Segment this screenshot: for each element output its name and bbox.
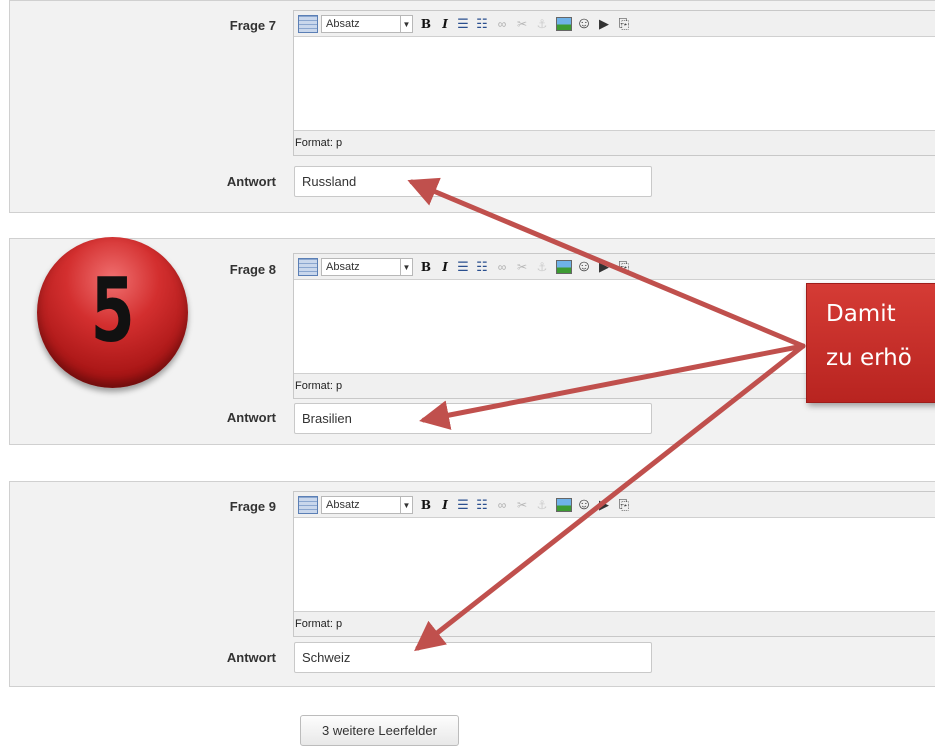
- editor-statusbar: Format: p ◢: [294, 130, 935, 155]
- paste-icon[interactable]: ⎘: [616, 15, 632, 33]
- editor-toolbar: Absatz ▼ B I ☰ ☷ ∞ ✂ ⚓ ☺ ▶ ⎘: [294, 254, 935, 280]
- unlink-icon[interactable]: ✂: [514, 15, 530, 33]
- toolbar-toggle-icon[interactable]: [298, 496, 318, 514]
- question-label: Frage 7: [229, 18, 276, 33]
- chevron-down-icon: ▼: [400, 259, 412, 275]
- annotation-callout: Damit zu erhö: [806, 283, 935, 403]
- bold-icon[interactable]: B: [418, 15, 434, 33]
- anchor-icon[interactable]: ⚓: [534, 258, 550, 276]
- step-number: 5: [90, 258, 135, 362]
- answer-label: Antwort: [226, 174, 276, 189]
- editor-statusbar: Format: p ◢: [294, 611, 935, 636]
- anchor-icon[interactable]: ⚓: [534, 496, 550, 514]
- rich-text-editor[interactable]: Absatz ▼ B I ☰ ☷ ∞ ✂ ⚓ ☺ ▶ ⎘ Format: p ◢: [293, 491, 935, 637]
- media-icon[interactable]: ▶: [596, 258, 612, 276]
- media-icon[interactable]: ▶: [596, 496, 612, 514]
- rich-text-editor[interactable]: Absatz ▼ B I ☰ ☷ ∞ ✂ ⚓ ☺ ▶ ⎘ Format: p ◢: [293, 10, 935, 156]
- numbered-list-icon[interactable]: ☷: [474, 258, 490, 276]
- editor-content-area[interactable]: [294, 518, 935, 611]
- emoticon-icon[interactable]: ☺: [576, 496, 592, 514]
- paste-icon[interactable]: ⎘: [616, 258, 632, 276]
- numbered-list-icon[interactable]: ☷: [474, 496, 490, 514]
- callout-line-2: zu erhö: [826, 345, 912, 371]
- image-icon[interactable]: [556, 498, 572, 512]
- format-select[interactable]: Absatz ▼: [321, 15, 413, 33]
- emoticon-icon[interactable]: ☺: [576, 258, 592, 276]
- answer-label: Antwort: [226, 650, 276, 665]
- emoticon-icon[interactable]: ☺: [576, 15, 592, 33]
- link-icon[interactable]: ∞: [494, 258, 510, 276]
- answer-input[interactable]: [294, 166, 652, 197]
- bullet-list-icon[interactable]: ☰: [455, 15, 471, 33]
- format-select[interactable]: Absatz ▼: [321, 258, 413, 276]
- format-select-value: Absatz: [326, 18, 360, 30]
- question-label: Frage 9: [229, 499, 276, 514]
- question-block-7: Frage 7 Absatz ▼ B I ☰ ☷ ∞ ✂ ⚓ ☺ ▶ ⎘ Form…: [9, 0, 935, 213]
- unlink-icon[interactable]: ✂: [514, 496, 530, 514]
- toolbar-toggle-icon[interactable]: [298, 15, 318, 33]
- numbered-list-icon[interactable]: ☷: [474, 15, 490, 33]
- format-path: Format: p: [295, 137, 343, 149]
- chevron-down-icon: ▼: [400, 16, 412, 32]
- image-icon[interactable]: [556, 17, 572, 31]
- editor-toolbar: Absatz ▼ B I ☰ ☷ ∞ ✂ ⚓ ☺ ▶ ⎘: [294, 11, 935, 37]
- bullet-list-icon[interactable]: ☰: [455, 258, 471, 276]
- paste-icon[interactable]: ⎘: [616, 496, 632, 514]
- format-path: Format: p: [295, 618, 343, 630]
- image-icon[interactable]: [556, 260, 572, 274]
- answer-input[interactable]: [294, 403, 652, 434]
- add-more-fields-button[interactable]: 3 weitere Leerfelder: [300, 715, 459, 746]
- format-select-value: Absatz: [326, 261, 360, 273]
- bullet-list-icon[interactable]: ☰: [455, 496, 471, 514]
- media-icon[interactable]: ▶: [596, 15, 612, 33]
- bold-icon[interactable]: B: [418, 258, 434, 276]
- anchor-icon[interactable]: ⚓: [534, 15, 550, 33]
- bold-icon[interactable]: B: [418, 496, 434, 514]
- link-icon[interactable]: ∞: [494, 496, 510, 514]
- italic-icon[interactable]: I: [437, 15, 453, 33]
- format-select-value: Absatz: [326, 499, 360, 511]
- chevron-down-icon: ▼: [400, 497, 412, 513]
- question-block-9: Frage 9 Absatz ▼ B I ☰ ☷ ∞ ✂ ⚓ ☺ ▶ ⎘ Form…: [9, 481, 935, 687]
- step-number-badge: 5: [37, 237, 188, 388]
- toolbar-toggle-icon[interactable]: [298, 258, 318, 276]
- answer-input[interactable]: [294, 642, 652, 673]
- answer-label: Antwort: [226, 410, 276, 425]
- italic-icon[interactable]: I: [437, 258, 453, 276]
- format-select[interactable]: Absatz ▼: [321, 496, 413, 514]
- link-icon[interactable]: ∞: [494, 15, 510, 33]
- callout-line-1: Damit: [826, 301, 896, 327]
- format-path: Format: p: [295, 380, 343, 392]
- editor-content-area[interactable]: [294, 37, 935, 130]
- italic-icon[interactable]: I: [437, 496, 453, 514]
- unlink-icon[interactable]: ✂: [514, 258, 530, 276]
- editor-toolbar: Absatz ▼ B I ☰ ☷ ∞ ✂ ⚓ ☺ ▶ ⎘: [294, 492, 935, 518]
